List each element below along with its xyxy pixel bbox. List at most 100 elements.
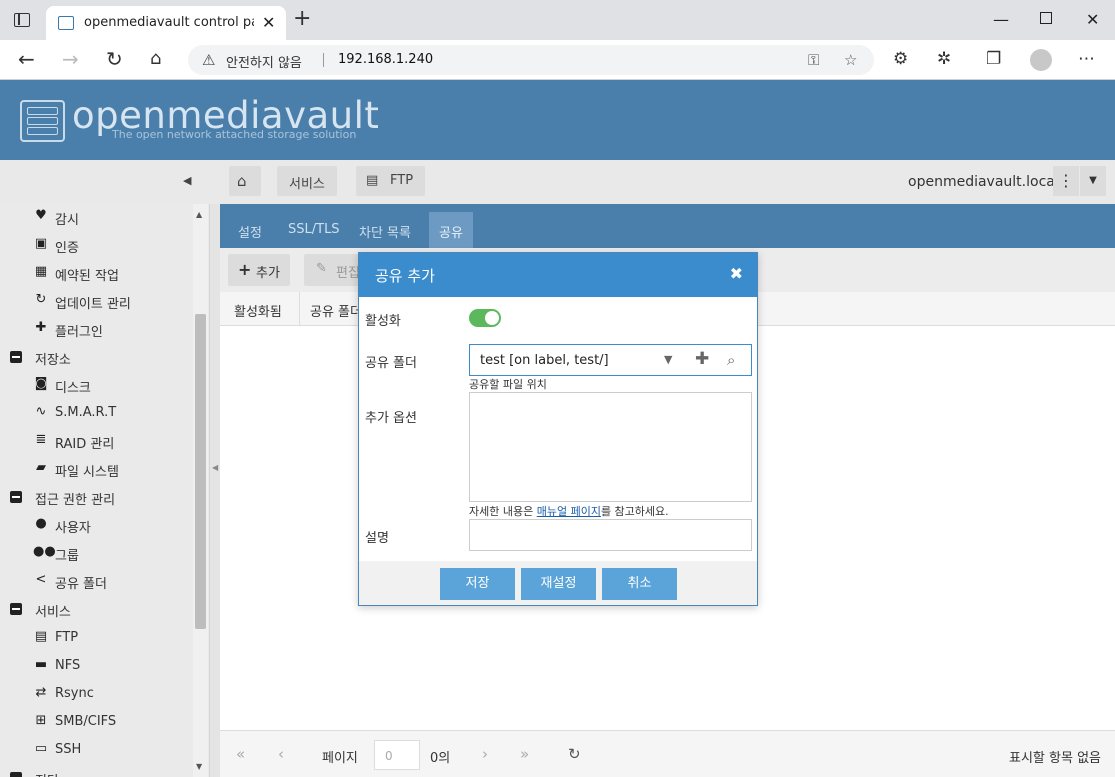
sidebar-item-scheduled-jobs[interactable]: ▦ 예약된 작업 xyxy=(0,260,192,288)
url-field[interactable]: ⚠ 안전하지 않음 192.168.1.240 ⚿ ☆ xyxy=(188,45,874,75)
scroll-up-icon[interactable]: ▲ xyxy=(196,210,202,219)
reset-button[interactable]: 재설정 xyxy=(521,568,596,600)
warning-icon[interactable]: ⚠ xyxy=(202,51,215,69)
tab-ban-list[interactable]: 차단 목록 xyxy=(349,212,421,248)
sidebar-item-disks[interactable]: ◙ 디스크 xyxy=(0,372,192,400)
profile-avatar[interactable] xyxy=(1030,49,1052,71)
collections-icon[interactable]: ❐ xyxy=(986,49,1001,69)
sidebar-item-label: 감시 xyxy=(55,213,79,228)
close-icon[interactable]: ✖ xyxy=(730,264,743,283)
server-icon: ▤ xyxy=(34,629,48,644)
minus-square-icon[interactable] xyxy=(10,491,22,503)
sidebar-group-storage[interactable]: 저장소 xyxy=(0,344,192,372)
tab-actions-icon[interactable] xyxy=(14,13,30,27)
sidebar-item-label: NFS xyxy=(55,658,81,673)
sidebar-item-ftp[interactable]: ▤ FTP xyxy=(0,625,192,653)
breadcrumb-ftp-label: FTP xyxy=(390,173,414,188)
sidebar-item-plugins[interactable]: ✚ 플러그인 xyxy=(0,316,192,344)
minus-square-icon[interactable] xyxy=(10,603,22,615)
kebab-menu-icon[interactable]: ⋮ xyxy=(1053,166,1079,196)
last-page-icon[interactable]: » xyxy=(520,745,529,763)
chevron-down-icon[interactable]: ▼ xyxy=(1080,166,1106,196)
chevron-down-icon[interactable]: ▼ xyxy=(664,353,672,366)
cancel-button[interactable]: 취소 xyxy=(602,568,677,600)
sidebar-group-access-rights[interactable]: 접근 권한 관리 xyxy=(0,484,192,512)
search-icon[interactable]: ⌕ xyxy=(727,351,735,369)
key-icon[interactable]: ⚿ xyxy=(808,51,819,69)
sidebar-item-rsync[interactable]: ⇄ Rsync xyxy=(0,681,192,709)
add-folder-icon[interactable]: ✚ xyxy=(695,349,709,369)
manual-page-link[interactable]: 매뉴얼 페이지 xyxy=(537,505,601,518)
sidebar-group-diagnostics[interactable]: 진단 xyxy=(0,765,192,777)
next-page-icon[interactable]: › xyxy=(482,745,488,763)
users-icon: ●● xyxy=(33,544,56,559)
page-label: 페이지 xyxy=(322,751,358,766)
window-close-icon[interactable]: ✕ xyxy=(1086,10,1099,29)
address-bar: ← → ↻ ⌂ ⚠ 안전하지 않음 192.168.1.240 ⚿ ☆ ⚙ ✲ … xyxy=(0,40,1115,80)
column-shared-folder[interactable]: 공유 폴더 xyxy=(310,301,362,320)
home-browser-icon[interactable]: ⌂ xyxy=(150,48,161,70)
more-menu-icon[interactable]: ⋯ xyxy=(1078,49,1095,69)
add-button[interactable]: + 추가 xyxy=(228,254,290,286)
extension-gear-icon[interactable]: ⚙ xyxy=(893,49,908,69)
favorite-add-icon[interactable]: ☆ xyxy=(844,51,857,69)
sidebar-item-filesystems[interactable]: ▰ 파일 시스템 xyxy=(0,456,192,484)
column-separator xyxy=(299,292,300,326)
reload-icon[interactable]: ↻ xyxy=(106,48,123,70)
sidebar-item-label: 파일 시스템 xyxy=(55,465,119,480)
sidebar: ♥ 감시 ▣ 인증 ▦ 예약된 작업 ↻ 업데이트 관리 ✚ 플러그인 저장소 … xyxy=(0,204,210,777)
back-icon[interactable]: ← xyxy=(18,48,35,70)
extra-options-textarea[interactable] xyxy=(469,392,752,502)
sidebar-item-groups[interactable]: ●● 그룹 xyxy=(0,540,192,568)
sidebar-item-smb[interactable]: ⊞ SMB/CIFS xyxy=(0,709,192,737)
breadcrumb-services[interactable]: 서비스 xyxy=(277,166,337,196)
hint-prefix: 자세한 내용은 xyxy=(469,505,537,518)
minus-square-icon[interactable] xyxy=(10,351,22,363)
browser-tab[interactable]: openmediavault control panel - c ✕ xyxy=(46,6,286,40)
sidebar-item-smart[interactable]: ∿ S.M.A.R.T xyxy=(0,400,192,428)
sidebar-item-nfs[interactable]: ▬ NFS xyxy=(0,653,192,681)
sidebar-item-label: 업데이트 관리 xyxy=(55,297,131,312)
collapse-sidebar-icon[interactable]: ◀ xyxy=(183,174,191,187)
sidebar-item-update-management[interactable]: ↻ 업데이트 관리 xyxy=(0,288,192,316)
minimize-icon[interactable]: — xyxy=(993,10,1009,29)
prev-page-icon[interactable]: ‹ xyxy=(278,745,284,763)
comment-input[interactable] xyxy=(469,519,752,551)
folder-icon: ▰ xyxy=(36,460,46,475)
page-input[interactable]: 0 xyxy=(374,740,420,770)
extensions-icon[interactable]: ✲ xyxy=(937,49,951,69)
first-page-icon[interactable]: « xyxy=(236,745,245,763)
url-text[interactable]: 192.168.1.240 xyxy=(338,52,433,67)
sidebar-item-users[interactable]: ● 사용자 xyxy=(0,512,192,540)
new-tab-icon[interactable]: + xyxy=(293,8,311,30)
maximize-icon[interactable] xyxy=(1040,12,1052,24)
refresh-icon[interactable]: ↻ xyxy=(568,745,581,763)
scroll-down-icon[interactable]: ▼ xyxy=(196,762,202,771)
sidebar-item-ssh[interactable]: ▭ SSH xyxy=(0,737,192,765)
save-button[interactable]: 저장 xyxy=(440,568,515,600)
sidebar-item-shared-folders[interactable]: < 공유 폴더 xyxy=(0,568,192,596)
tab-ssl-tls[interactable]: SSL/TLS xyxy=(278,212,350,248)
minus-square-icon[interactable] xyxy=(10,772,22,777)
enable-toggle[interactable] xyxy=(469,309,501,327)
forward-icon[interactable]: → xyxy=(62,48,79,70)
tab-shares[interactable]: 공유 xyxy=(429,212,473,248)
security-label[interactable]: 안전하지 않음 xyxy=(226,52,302,71)
shared-folder-select[interactable]: test [on label, test/] ▼ ✚ ⌕ xyxy=(469,344,752,376)
tab-settings[interactable]: 설정 xyxy=(228,212,272,248)
breadcrumb-ftp[interactable]: ▤ FTP xyxy=(356,166,426,196)
home-icon[interactable]: ⌂ xyxy=(229,166,261,196)
sidebar-item-monitoring[interactable]: ♥ 감시 xyxy=(0,204,192,232)
sidebar-scroll-thumb[interactable] xyxy=(195,314,206,629)
splitter-collapse-icon[interactable]: ◀ xyxy=(212,463,218,472)
column-enabled[interactable]: 활성화됨 xyxy=(234,301,282,320)
sidebar-group-services[interactable]: 서비스 xyxy=(0,596,192,624)
sidebar-item-label: SMB/CIFS xyxy=(55,714,117,729)
sidebar-item-label: 예약된 작업 xyxy=(55,269,119,284)
shared-folder-value[interactable]: test [on label, test/] xyxy=(480,353,609,368)
browser-tab-bar: openmediavault control panel - c ✕ + — ✕ xyxy=(0,0,1115,40)
sidebar-item-certificates[interactable]: ▣ 인증 xyxy=(0,232,192,260)
sidebar-item-raid[interactable]: ≣ RAID 관리 xyxy=(0,428,192,456)
tab-close-icon[interactable]: ✕ xyxy=(262,13,275,32)
sidebar-splitter[interactable] xyxy=(210,204,220,777)
